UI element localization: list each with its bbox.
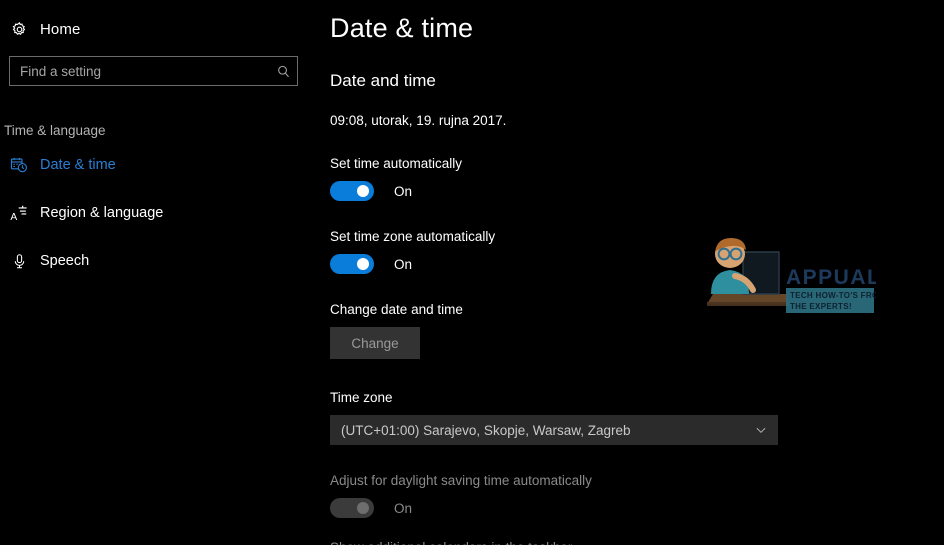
set-time-automatically-label: Set time automatically bbox=[330, 156, 463, 171]
group-title-date-and-time: Date and time bbox=[330, 71, 436, 90]
set-time-automatically-toggle[interactable] bbox=[330, 181, 374, 201]
language-icon: A bbox=[4, 204, 34, 223]
daylight-saving-label: Adjust for daylight saving time automati… bbox=[330, 473, 592, 488]
current-datetime-text: 09:08, utorak, 19. rujna 2017. bbox=[330, 113, 507, 128]
microphone-icon bbox=[4, 253, 34, 270]
chevron-down-icon[interactable] bbox=[744, 423, 778, 437]
sidebar-item-speech[interactable]: Speech bbox=[0, 245, 308, 277]
set-time-automatically-row: On bbox=[330, 181, 944, 201]
search-icon[interactable] bbox=[269, 64, 297, 79]
set-timezone-automatically-row: On bbox=[330, 254, 944, 274]
toggle-knob bbox=[357, 502, 369, 514]
time-zone-label: Time zone bbox=[330, 390, 393, 405]
svg-text:A: A bbox=[10, 211, 17, 222]
sidebar: Home Time & language bbox=[0, 0, 308, 545]
sidebar-item-date-time-label: Date & time bbox=[40, 157, 116, 173]
set-timezone-automatically-toggle[interactable] bbox=[330, 254, 374, 274]
calendar-clock-icon bbox=[4, 156, 34, 174]
change-button[interactable]: Change bbox=[330, 327, 420, 359]
toggle-knob bbox=[357, 185, 369, 197]
sidebar-item-date-time[interactable]: Date & time bbox=[0, 149, 308, 181]
toggle-knob bbox=[357, 258, 369, 270]
daylight-saving-toggle bbox=[330, 498, 374, 518]
watermark-tagline-1: TECH HOW-TO'S FROM bbox=[790, 291, 876, 300]
search-box[interactable] bbox=[9, 56, 298, 86]
change-date-time-label: Change date and time bbox=[330, 302, 463, 317]
daylight-saving-state: On bbox=[394, 500, 413, 516]
sidebar-item-region-language[interactable]: A Region & language bbox=[0, 197, 308, 229]
set-timezone-automatically-state: On bbox=[394, 256, 413, 272]
time-zone-dropdown[interactable]: (UTC+01:00) Sarajevo, Skopje, Warsaw, Za… bbox=[330, 415, 778, 445]
page-title: Date & time bbox=[330, 13, 474, 43]
sidebar-item-home[interactable]: Home bbox=[0, 13, 308, 45]
clipped-bottom-label: Show additional calendars in the taskbar bbox=[330, 540, 572, 545]
set-time-automatically-state: On bbox=[394, 183, 413, 199]
time-zone-value: (UTC+01:00) Sarajevo, Skopje, Warsaw, Za… bbox=[341, 422, 631, 438]
sidebar-item-speech-label: Speech bbox=[40, 253, 90, 269]
settings-window: Home Time & language bbox=[0, 0, 944, 545]
gear-icon bbox=[4, 21, 34, 38]
sidebar-section-title: Time & language bbox=[4, 123, 106, 138]
search-input[interactable] bbox=[10, 57, 269, 85]
set-timezone-automatically-label: Set time zone automatically bbox=[330, 229, 496, 244]
sidebar-item-region-language-label: Region & language bbox=[40, 205, 164, 221]
main-content: Date & time Date and time 09:08, utorak,… bbox=[308, 0, 944, 545]
daylight-saving-row: On bbox=[330, 498, 944, 518]
sidebar-home-label: Home bbox=[40, 20, 81, 38]
